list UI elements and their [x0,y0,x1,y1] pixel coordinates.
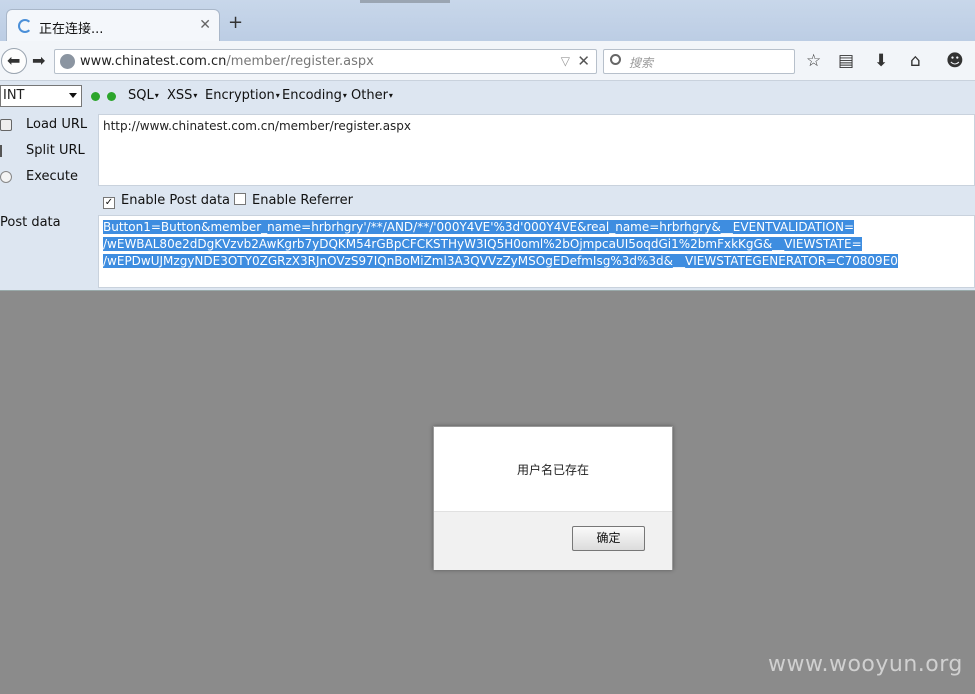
search-bar[interactable]: 搜索 [603,49,795,74]
url-bar[interactable]: www.chinatest.com.cn/member/register.asp… [54,49,597,74]
decrease-icon[interactable] [91,92,100,101]
load-url-icon [0,118,12,131]
type-select-value: INT [3,88,25,103]
back-button[interactable]: ⬅ [1,48,27,74]
home-icon[interactable]: ⌂ [910,51,921,71]
nav-bar: ⬅ ➡ www.chinatest.com.cn/member/register… [0,41,975,81]
chevron-down-icon [69,93,77,98]
load-url-button[interactable]: Load URL [0,117,87,132]
increase-icon[interactable] [107,92,116,101]
post-data-label: Post data [0,215,61,230]
alert-footer: 确定 [434,511,672,570]
loading-spinner-icon [18,19,32,33]
ok-button[interactable]: 确定 [572,526,645,551]
watermark: www.wooyun.org [768,652,963,677]
reading-list-icon[interactable]: ▤ [838,51,854,71]
url-path: /member/register.aspx [226,54,374,69]
execute-button[interactable]: Execute [0,169,78,184]
checkbox-checked-icon: ✓ [103,197,115,209]
tab-title: 正在连接... [39,22,104,37]
search-icon [610,54,621,65]
alert-dialog: 用户名已存在 确定 [433,426,673,570]
download-icon[interactable]: ⬇ [874,51,888,71]
menu-encryption[interactable]: Encryption▾ [205,88,280,103]
forward-button[interactable]: ➡ [32,51,45,70]
browser-tab[interactable]: 正在连接... ✕ [6,9,220,42]
url-host: www.chinatest.com.cn [80,54,227,69]
menu-encoding[interactable]: Encoding▾ [282,88,347,103]
hackbar-toolbar: INT SQL▾ XSS▾ Encryption▾ Encoding▾ Othe… [0,81,975,111]
stop-icon[interactable]: ✕ [577,52,590,70]
url-textarea[interactable]: http://www.chinatest.com.cn/member/regis… [98,114,975,186]
hackbar-panel: Load URL Split URL Execute http://www.ch… [0,111,975,291]
split-url-button[interactable]: Split URL [0,143,85,158]
menu-other[interactable]: Other▾ [351,88,393,103]
alert-message: 用户名已存在 [516,463,589,477]
enable-referrer-checkbox[interactable]: Enable Referrer [234,193,353,208]
back-arrow-icon: ⬅ [7,51,21,70]
chat-icon[interactable]: ☻ [946,51,964,71]
globe-icon [60,54,75,69]
scissors-icon [0,144,12,157]
enable-post-checkbox[interactable]: ✓ Enable Post data [103,193,230,209]
close-tab-icon[interactable]: ✕ [199,17,211,33]
checkbox-unchecked-icon [234,193,246,205]
search-placeholder: 搜索 [629,56,654,70]
window-top-edge [360,0,450,3]
menu-sql[interactable]: SQL▾ [128,88,159,103]
post-data-line: Button1=Button&member_name=hrbrhgry'/**/… [103,220,855,234]
menu-xss[interactable]: XSS▾ [167,88,197,103]
history-dropdown-icon[interactable]: ▽ [561,54,570,68]
post-data-textarea[interactable]: Button1=Button&member_name=hrbrhgry'/**/… [98,215,975,288]
execute-icon [0,170,12,183]
url-text: www.chinatest.com.cn/member/register.asp… [80,54,374,69]
post-data-line: /wEWBAL80e2dDgKVzvb2AwKgrb7yDQKM54rGBpCF… [103,237,862,251]
bookmark-star-icon[interactable]: ☆ [806,51,821,71]
new-tab-button[interactable]: + [228,14,243,32]
post-data-line: /wEPDwUJMzgyNDE3OTY0ZGRzX3RJnOVzS97IQnBo… [103,254,898,268]
tab-strip: 正在连接... ✕ + [0,0,975,42]
type-select[interactable]: INT [0,85,82,107]
